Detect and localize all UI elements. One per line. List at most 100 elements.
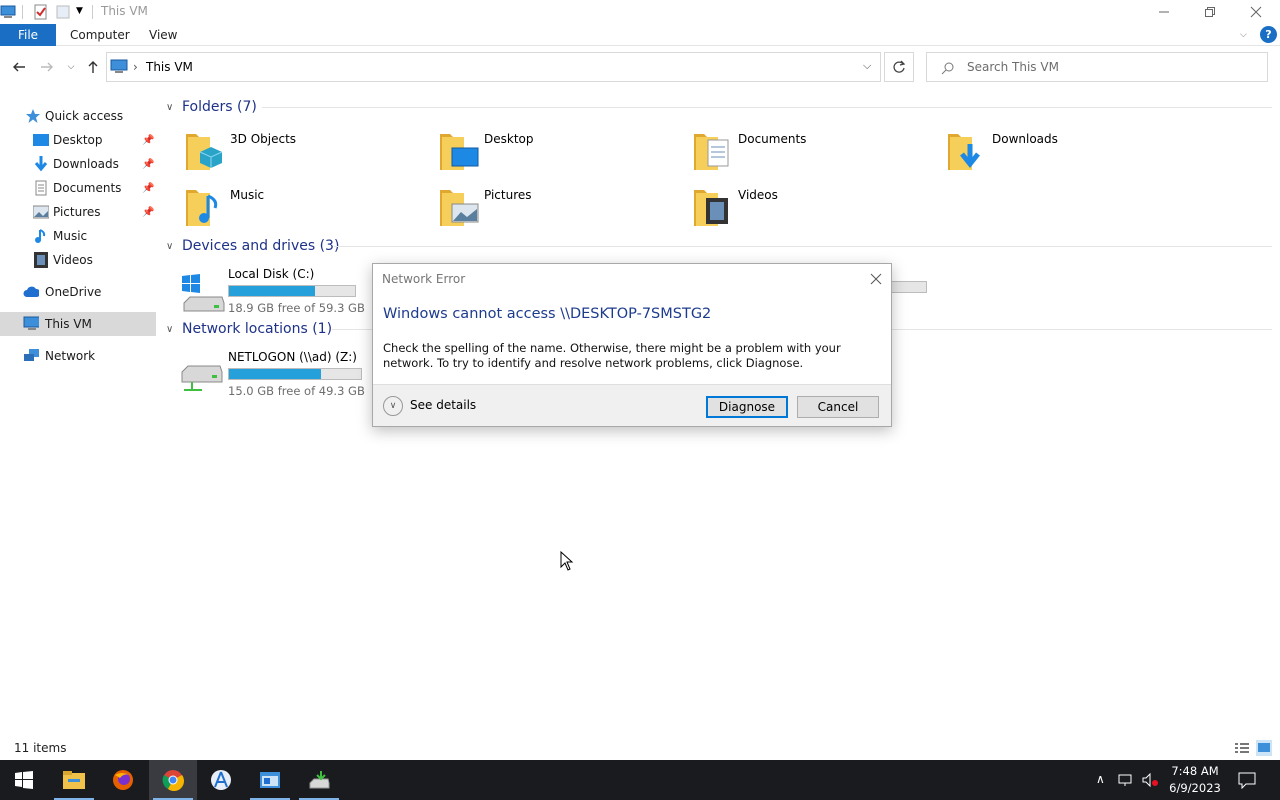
folder-downloads[interactable]: Downloads [946, 128, 1186, 180]
forward-button[interactable] [36, 56, 58, 78]
pin-icon[interactable]: 📌 [142, 207, 154, 218]
minimize-icon [1159, 11, 1169, 13]
breadcrumb-this-vm[interactable]: This VM [146, 60, 193, 74]
folder-name: Desktop [484, 132, 534, 146]
cancel-button[interactable]: Cancel [797, 396, 879, 418]
drive-usage-bar-partial [890, 281, 927, 293]
restore-button[interactable] [1187, 0, 1233, 24]
sidebar-item-label: Downloads [53, 157, 119, 171]
address-bar[interactable]: › This VM ⌵ [106, 52, 881, 82]
show-hidden-icons-icon[interactable]: ∧ [1096, 772, 1105, 786]
sidebar-item-videos[interactable]: Videos [0, 248, 156, 272]
large-icons-view-icon[interactable] [1256, 740, 1272, 756]
start-button[interactable] [0, 760, 48, 800]
sidebar-item-label: Desktop [53, 133, 103, 147]
sidebar-item-desktop[interactable]: Desktop 📌 [0, 128, 156, 152]
details-view-icon[interactable] [1234, 740, 1250, 756]
pin-icon[interactable]: 📌 [142, 135, 154, 146]
new-folder-icon[interactable] [55, 4, 71, 20]
refresh-button[interactable] [884, 52, 914, 82]
sidebar-item-label: Music [53, 229, 88, 243]
up-button[interactable] [82, 56, 104, 78]
group-header-label: Folders (7) [182, 99, 257, 115]
view-toggle [1234, 740, 1274, 756]
pin-icon[interactable]: 📌 [142, 159, 154, 170]
network-locations-group-header[interactable]: ∨ Network locations (1) [166, 318, 332, 340]
diagnose-button[interactable]: Diagnose [706, 396, 788, 418]
tab-file[interactable]: File [0, 24, 56, 46]
folder-pictures[interactable]: Pictures [438, 184, 678, 236]
taskbar-file-explorer[interactable] [50, 760, 98, 800]
sidebar-item-pictures[interactable]: Pictures 📌 [0, 200, 156, 224]
folder-3d-objects[interactable]: 3D Objects [184, 128, 424, 180]
drive-usage-bar [228, 368, 362, 380]
customize-qa-dropdown-icon[interactable]: ▼ [76, 6, 83, 22]
close-icon [1250, 6, 1262, 18]
tab-view[interactable]: View [149, 24, 177, 46]
sidebar-item-label: Network [45, 349, 96, 363]
see-details-label[interactable]: See details [410, 398, 476, 412]
breadcrumb-separator-icon: › [133, 60, 138, 74]
pin-icon[interactable]: 📌 [142, 183, 154, 194]
close-button[interactable] [1233, 0, 1279, 24]
film-icon [34, 252, 48, 268]
tab-computer[interactable]: Computer [70, 24, 130, 46]
address-dropdown-icon[interactable]: ⌵ [863, 59, 871, 73]
volume-muted-icon[interactable] [1142, 773, 1160, 787]
network-status-icon[interactable] [1118, 773, 1136, 787]
taskbar-firefox[interactable] [99, 760, 147, 800]
videos-folder-icon [694, 190, 728, 226]
taskbar-chrome[interactable] [149, 760, 197, 800]
minimize-button[interactable] [1141, 0, 1187, 24]
sidebar-item-downloads[interactable]: Downloads 📌 [0, 152, 156, 176]
music-note-icon [35, 229, 46, 243]
folder-name: Videos [738, 188, 778, 202]
expand-ribbon-icon[interactable]: ⌵ [1240, 24, 1247, 46]
back-button[interactable] [8, 56, 30, 78]
sidebar-item-documents[interactable]: Documents 📌 [0, 176, 156, 200]
pictures-folder-icon [440, 190, 479, 226]
computer-icon[interactable] [0, 4, 16, 20]
folders-group-header[interactable]: ∨ Folders (7) [166, 96, 257, 118]
taskbar-clock[interactable]: 7:48 AM 6/9/2023 [1168, 763, 1222, 797]
devices-group-header[interactable]: ∨ Devices and drives (3) [166, 235, 339, 257]
documents-folder-icon [694, 134, 729, 170]
taskbar-network-tool[interactable] [295, 760, 343, 800]
network-tool-icon [309, 771, 330, 789]
sidebar-item-network[interactable]: Network [0, 344, 156, 368]
notification-center-icon[interactable] [1238, 771, 1256, 789]
cloud-icon [23, 286, 39, 297]
search-icon [941, 62, 954, 75]
taskbar-system-window[interactable] [246, 760, 294, 800]
sidebar-item-music[interactable]: Music [0, 224, 156, 248]
network-drive-netlogon[interactable]: NETLOGON (\\ad) (Z:) 15.0 GB free of 49.… [178, 350, 378, 410]
sidebar-item-label: This VM [45, 317, 92, 331]
folder-music[interactable]: Music [184, 184, 424, 236]
dialog-footer: ∨ See details Diagnose Cancel [373, 384, 891, 426]
sidebar-item-this-vm[interactable]: This VM [0, 312, 156, 336]
search-box[interactable]: Search This VM [926, 52, 1268, 82]
sidebar-item-onedrive[interactable]: OneDrive [0, 280, 156, 304]
help-icon[interactable]: ? [1260, 26, 1277, 43]
folder-videos[interactable]: Videos [692, 184, 932, 236]
folder-name: Downloads [992, 132, 1058, 146]
divider [262, 107, 1272, 108]
dialog-message: Check the spelling of the name. Otherwis… [383, 341, 841, 370]
drive-free-space: 18.9 GB free of 59.3 GB [228, 301, 365, 315]
3d-objects-folder-icon [186, 134, 223, 170]
properties-icon[interactable] [33, 4, 49, 20]
sidebar-item-quick-access[interactable]: Quick access [0, 104, 156, 128]
drive-usage-fill [229, 369, 322, 379]
separator [22, 5, 23, 19]
file-explorer-icon [63, 771, 85, 789]
folder-documents[interactable]: Documents [692, 128, 932, 180]
see-details-toggle[interactable]: ∨ [383, 396, 403, 416]
document-icon [35, 180, 47, 196]
sidebar-item-label: Videos [53, 253, 93, 267]
recent-locations-icon[interactable]: ⌵ [61, 56, 81, 78]
chevron-down-icon: ∨ [389, 401, 397, 411]
folder-desktop[interactable]: Desktop [438, 128, 678, 180]
taskbar-app-installer[interactable] [197, 760, 245, 800]
dialog-close-button[interactable] [867, 270, 885, 288]
sidebar-item-label: OneDrive [45, 285, 102, 299]
